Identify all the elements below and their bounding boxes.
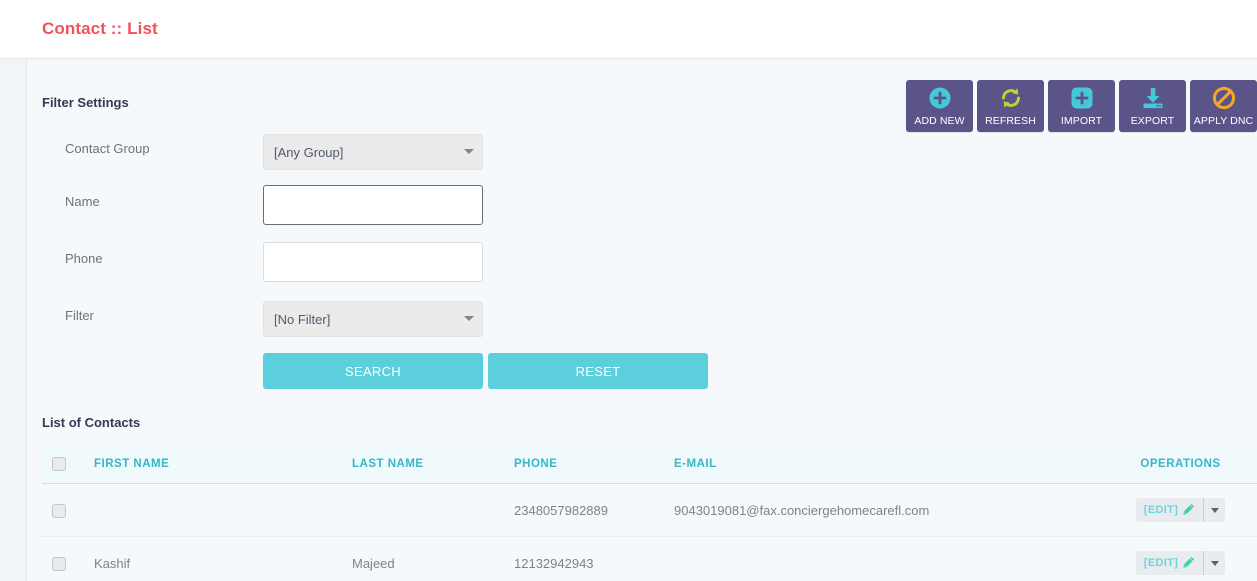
prohibited-ban-icon: [1212, 85, 1236, 111]
filter-select[interactable]: [No Filter]: [263, 301, 483, 337]
refresh-label: REFRESH: [985, 115, 1036, 127]
export-label: EXPORT: [1130, 115, 1175, 127]
filter-label: Filter: [65, 308, 94, 323]
download-tray-icon: [1141, 85, 1165, 111]
export-button[interactable]: EXPORT: [1119, 80, 1186, 132]
add-new-button[interactable]: ADD NEW: [906, 80, 973, 132]
field-row-phone: Phone: [28, 240, 728, 284]
field-row-name: Name: [28, 183, 728, 227]
column-header-phone[interactable]: PHONE: [514, 445, 674, 484]
action-toolbar: ADD NEW REFRESH IMPORT EXPORT APPLY DNC: [906, 80, 1257, 132]
column-header-last-name[interactable]: LAST NAME: [352, 445, 514, 484]
import-label: IMPORT: [1060, 115, 1103, 127]
row-checkbox[interactable]: [52, 556, 66, 571]
column-header-email[interactable]: E-MAIL: [674, 445, 1104, 484]
cell-operations: [EDIT]: [1104, 536, 1257, 581]
field-row-contact-group: Contact Group [Any Group]: [28, 130, 728, 174]
apply-dnc-label: APPLY DNC: [1193, 115, 1254, 127]
edit-split-button: [EDIT]: [1135, 551, 1226, 575]
table-header-row: FIRST NAME LAST NAME PHONE E-MAIL OPERAT…: [42, 445, 1257, 484]
contact-group-label: Contact Group: [65, 141, 150, 156]
chevron-down-icon: [1210, 560, 1219, 566]
reset-button[interactable]: RESET: [488, 353, 708, 389]
import-button[interactable]: IMPORT: [1048, 80, 1115, 132]
phone-input[interactable]: [263, 242, 483, 282]
edit-dropdown-toggle[interactable]: [1203, 498, 1226, 522]
cell-operations: [EDIT]: [1104, 483, 1257, 537]
contacts-table: FIRST NAME LAST NAME PHONE E-MAIL OPERAT…: [42, 445, 1257, 581]
left-rail: [0, 59, 27, 581]
cell-last-name: Majeed: [352, 536, 514, 581]
row-checkbox[interactable]: [52, 503, 66, 518]
cell-first-name: Kashif: [94, 536, 352, 581]
edit-button[interactable]: [EDIT]: [1135, 498, 1204, 522]
search-button[interactable]: SEARCH: [263, 353, 483, 389]
name-input[interactable]: [263, 185, 483, 225]
cell-first-name: [94, 483, 352, 537]
field-row-filter: Filter [No Filter]: [28, 297, 728, 341]
edit-button[interactable]: [EDIT]: [1135, 551, 1204, 575]
table-row: 2348057982889 9043019081@fax.conciergeho…: [42, 483, 1257, 537]
table-row: Kashif Majeed 12132942943 [EDIT]: [42, 536, 1257, 581]
cell-last-name: [352, 483, 514, 537]
filter-settings-title: Filter Settings: [42, 95, 129, 110]
contact-group-select[interactable]: [Any Group]: [263, 134, 483, 170]
page-title: Contact :: List: [42, 19, 158, 38]
cell-email: [674, 536, 1104, 581]
contact-list-page: Contact :: List ADD NEW REFRESH IMPORT E…: [0, 0, 1257, 581]
cell-phone: 2348057982889: [514, 483, 674, 537]
add-new-label: ADD NEW: [914, 115, 965, 127]
column-header-operations: OPERATIONS: [1104, 445, 1257, 484]
cell-email: 9043019081@fax.conciergehomecarefl.com: [674, 483, 1104, 537]
refresh-arrows-icon: [999, 85, 1023, 111]
edit-label: [EDIT]: [1143, 504, 1179, 516]
main-content: ADD NEW REFRESH IMPORT EXPORT APPLY DNC …: [28, 60, 1257, 581]
pencil-icon: [1183, 556, 1195, 571]
page-header-bar: Contact :: List: [0, 0, 1257, 59]
circle-plus-icon: [928, 85, 952, 111]
apply-dnc-button[interactable]: APPLY DNC: [1190, 80, 1257, 132]
list-of-contacts-title: List of Contacts: [42, 415, 141, 430]
table-body: 2348057982889 9043019081@fax.conciergeho…: [42, 483, 1257, 581]
edit-split-button: [EDIT]: [1135, 498, 1226, 522]
select-all-checkbox[interactable]: [52, 457, 66, 471]
cell-phone: 12132942943: [514, 536, 674, 581]
refresh-button[interactable]: REFRESH: [977, 80, 1044, 132]
column-header-first-name[interactable]: FIRST NAME: [94, 445, 352, 484]
pencil-icon: [1183, 503, 1195, 518]
row-select-cell: [42, 536, 94, 581]
table-header: FIRST NAME LAST NAME PHONE E-MAIL OPERAT…: [42, 445, 1257, 484]
phone-label: Phone: [65, 251, 103, 266]
name-label: Name: [65, 194, 100, 209]
select-all-header: [42, 445, 94, 484]
edit-label: [EDIT]: [1143, 557, 1179, 569]
row-select-cell: [42, 483, 94, 537]
chevron-down-icon: [1210, 507, 1219, 513]
edit-dropdown-toggle[interactable]: [1203, 551, 1226, 575]
square-plus-icon: [1070, 85, 1094, 111]
